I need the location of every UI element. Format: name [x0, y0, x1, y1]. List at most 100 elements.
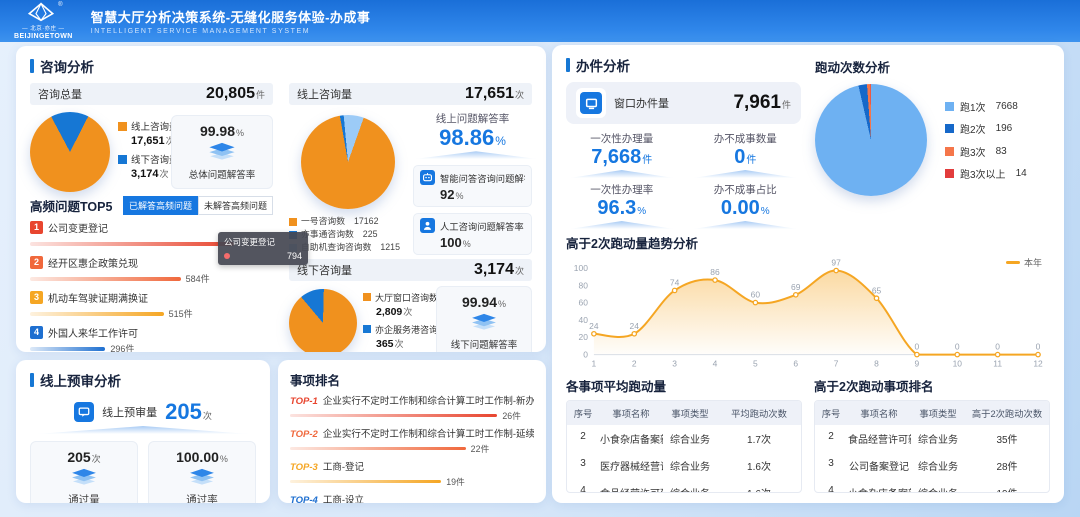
pass-count-label: 通过量: [35, 492, 133, 503]
online-consult-statbar: 线上咨询量 17,651次: [289, 83, 532, 105]
legend-swatch: [118, 155, 127, 164]
table-body: 2食品经营许可新办综合业务35件 3公司备案登记综合业务28件 4小食杂店备案新…: [815, 425, 1049, 493]
legend-value: 7668: [996, 101, 1018, 112]
case-stat: 办不成事数量 0件: [690, 131, 802, 178]
ranking-item-value: 19件: [446, 475, 465, 488]
ranking-item-bar: [290, 480, 441, 484]
cell-index: 2: [567, 425, 599, 452]
offline-consult-pie-chart: [289, 289, 357, 352]
legend-swatch: [289, 218, 297, 226]
top5-item-name: 机动车驾驶证期满换证: [48, 290, 148, 305]
top5-item-name: 经开区惠企政策兑现: [48, 255, 138, 270]
table-row: 3医疗器械经营许...综合业务1.6次: [567, 452, 801, 479]
table-header-cell: 序号: [815, 401, 847, 425]
tab-unanswered-questions[interactable]: 未解答高频问题: [198, 196, 273, 215]
svg-text:60: 60: [579, 298, 589, 308]
run-count-legend: 跑1次7668 跑2次196 跑3次83 跑3次以上14: [945, 91, 1027, 189]
top5-item-name: 公司变更登记: [48, 220, 108, 235]
cell-index: 3: [567, 452, 599, 479]
cell-item-type: 综合业务: [663, 479, 717, 493]
title-bar-accent: [566, 58, 570, 72]
rank-badge: 3: [30, 291, 43, 304]
top5-item-bar: [30, 242, 234, 246]
table-header-cell: 事项类型: [663, 401, 717, 425]
pedestal-decoration: [570, 221, 674, 229]
total-consult-label: 咨询总量: [38, 86, 82, 102]
cell-item-name: 公司备案登记: [847, 452, 911, 479]
precheck-analysis-panel: 线上预审分析 线上预审量 205次 205次 通过量 100.00% 通过率: [16, 360, 270, 503]
cell-item-name: 小食杂店备案新办: [847, 479, 911, 493]
case-stats-column: 办件分析 窗口办件量 7,961件 一次性办理量 7,668件 办不成事数量: [566, 55, 801, 229]
total-consult-statbar: 咨询总量 20,805件: [30, 83, 273, 105]
run-count-pie-chart: [815, 84, 927, 196]
trend-chart-block: 高于2次跑动量趋势分析 本年 0204060801001234567891011…: [566, 233, 1050, 370]
cell-item-name: 医疗器械经营许...: [599, 452, 663, 479]
svg-text:86: 86: [710, 267, 720, 277]
overall-rate-value: 99.98%: [176, 123, 268, 139]
ranking-item-name: 工商-设立: [323, 492, 364, 503]
ranking-item-name: 企业实行不定时工作制和综合计算工时工作制-延续: [323, 426, 534, 440]
manual-rate-card: 人工咨询问题解答率 100%: [413, 213, 532, 255]
cell-item-name: 食品经营许可延续: [599, 479, 663, 493]
table-header-row: 序号事项名称事项类型平均跑动次数: [567, 401, 801, 425]
svg-text:9: 9: [915, 359, 920, 369]
top5-item-value: 584件: [186, 272, 210, 285]
svg-text:4: 4: [713, 359, 718, 369]
top5-item-value: 515件: [169, 307, 193, 320]
legend-label: 一号咨询数: [301, 215, 345, 228]
pass-count-card: 205次 通过量: [30, 441, 138, 503]
cell-value: 1.7次: [717, 425, 801, 452]
svg-text:10: 10: [953, 359, 963, 369]
case-stat-label: 办不成事数量: [690, 131, 802, 146]
legend-item: 线上咨询量 17,651次: [118, 119, 163, 147]
legend-item: 跑2次196: [945, 121, 1027, 136]
offline-rate-card: 99.94% 线下问题解答率: [436, 286, 532, 352]
top5-item-value: 296件: [110, 342, 134, 352]
tab-answered-questions[interactable]: 已解答高频问题: [123, 196, 198, 215]
online-rate-label: 线上问题解答率: [413, 111, 532, 126]
legend-label: 跑3次以上: [960, 166, 1006, 181]
svg-text:80: 80: [579, 280, 589, 290]
chart-tooltip: 公司变更登记 794: [218, 232, 308, 265]
pedestal-decoration: [693, 221, 797, 229]
window-cases-card: 窗口办件量 7,961件: [566, 82, 801, 124]
svg-text:0: 0: [955, 342, 960, 352]
case-stat-value: 0.00%: [690, 197, 802, 220]
consult-section-title-text: 咨询分析: [40, 56, 94, 76]
legend-item: 大厅窗口咨询数 2,809次: [363, 291, 430, 318]
offline-consult-statbar: 线下咨询量 3,174次: [289, 259, 532, 281]
svg-text:100: 100: [574, 263, 588, 273]
overall-rate-label: 总体问题解答率: [176, 167, 268, 181]
pedestal-decoration: [570, 170, 674, 178]
logo-english: BEIJINGETOWN: [14, 33, 73, 40]
top5-title: 高频问题TOP5: [30, 196, 112, 215]
registered-mark: ®: [58, 2, 62, 8]
svg-text:24: 24: [630, 321, 640, 331]
cell-value: 1.6次: [717, 479, 801, 493]
table-row: 4小食杂店备案新办综合业务19件: [815, 479, 1049, 493]
rank-badge: 2: [30, 256, 43, 269]
cell-item-name: 食品经营许可新办: [847, 425, 911, 452]
ranking-rank-label: TOP-3: [290, 462, 318, 473]
legend-line-swatch: [1006, 261, 1020, 264]
case-stat: 办不成事占比 0.00%: [690, 182, 802, 229]
smart-qa-rate-value: 92%: [440, 187, 525, 202]
cell-value: 1.6次: [717, 452, 801, 479]
pass-rate-value: 100.00%: [153, 449, 251, 465]
online-rate-value: 98.86%: [413, 126, 532, 150]
cell-index: 4: [815, 479, 847, 493]
ranking-list: TOP-1企业实行不定时工作制和综合计算工时工作制-新办 26件 TOP-2企业…: [290, 393, 534, 503]
overall-rate-card: 99.98% 总体问题解答率: [171, 115, 273, 189]
legend-value: 83: [996, 146, 1007, 157]
trend-line-chart: 0204060801001234567891011122424748660699…: [566, 254, 1050, 370]
table-header-cell: 平均跑动次数: [717, 401, 801, 425]
robot-icon: [420, 170, 435, 185]
legend-swatch: [945, 102, 954, 111]
case-stat-value: 96.3%: [566, 197, 678, 220]
pedestal-decoration: [37, 426, 249, 434]
precheck-main-stat: 线上预审量 205次: [30, 399, 256, 425]
layers-icon: [35, 468, 133, 490]
svg-text:69: 69: [791, 282, 801, 292]
svg-text:20: 20: [579, 332, 589, 342]
layers-icon: [441, 313, 527, 335]
